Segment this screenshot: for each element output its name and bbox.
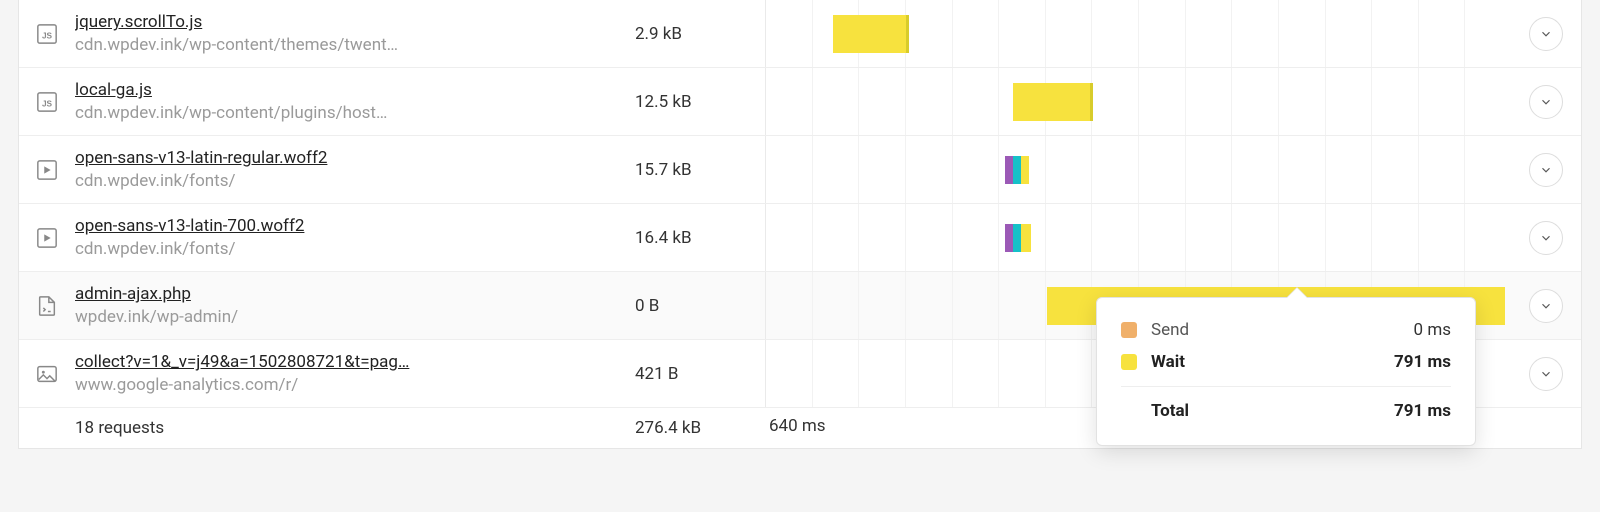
- request-size: 12.5 kB: [635, 92, 765, 112]
- expand-button[interactable]: [1529, 289, 1563, 323]
- request-size: 0 B: [635, 296, 765, 316]
- request-name[interactable]: admin-ajax.php: [75, 283, 625, 305]
- expand-button[interactable]: [1529, 17, 1563, 51]
- color-swatch: [1121, 322, 1137, 338]
- request-size: 15.7 kB: [635, 160, 765, 180]
- request-name[interactable]: open-sans-v13-latin-700.woff2: [75, 215, 625, 237]
- chevron-down-icon: [1539, 367, 1553, 381]
- request-size: 421 B: [635, 364, 765, 384]
- request-name[interactable]: open-sans-v13-latin-regular.woff2: [75, 147, 625, 169]
- request-row[interactable]: JS local-ga.jscdn.wpdev.ink/wp-content/pl…: [19, 68, 1581, 136]
- js-icon: JS: [19, 91, 75, 113]
- tooltip-row: Wait791 ms: [1121, 346, 1451, 378]
- request-size: 16.4 kB: [635, 228, 765, 248]
- request-path: cdn.wpdev.ink/wp-content/themes/twent…: [75, 34, 625, 56]
- expand-button[interactable]: [1529, 85, 1563, 119]
- tooltip-value: 791 ms: [1394, 352, 1451, 372]
- img-icon: [19, 363, 75, 385]
- request-path: cdn.wpdev.ink/wp-content/plugins/host…: [75, 102, 625, 124]
- font-icon: [19, 159, 75, 181]
- tooltip-label: Send: [1151, 320, 1414, 340]
- color-swatch: [1121, 354, 1137, 370]
- request-name[interactable]: jquery.scrollTo.js: [75, 11, 625, 33]
- timing-tooltip: Send0 msWait791 ms Total 791 ms: [1096, 297, 1476, 446]
- tooltip-label: Wait: [1151, 352, 1394, 372]
- total-requests: 18 requests: [75, 418, 635, 438]
- svg-text:JS: JS: [42, 31, 53, 40]
- tooltip-total-value: 791 ms: [1394, 401, 1451, 421]
- chevron-down-icon: [1539, 299, 1553, 313]
- tooltip-row: Send0 ms: [1121, 314, 1451, 346]
- network-waterfall-panel: JSjquery.scrollTo.jscdn.wpdev.ink/wp-con…: [18, 0, 1582, 449]
- request-name[interactable]: collect?v=1&_v=j49&a=1502808721&t=pag…: [75, 351, 625, 373]
- expand-button[interactable]: [1529, 153, 1563, 187]
- request-size: 2.9 kB: [635, 24, 765, 44]
- tooltip-value: 0 ms: [1414, 320, 1451, 340]
- waterfall-cell: [765, 0, 1511, 67]
- timing-bar[interactable]: [1013, 156, 1021, 184]
- request-row[interactable]: open-sans-v13-latin-700.woff2cdn.wpdev.i…: [19, 204, 1581, 272]
- timing-bar[interactable]: [833, 15, 909, 53]
- timing-bar[interactable]: [1005, 224, 1013, 252]
- waterfall-cell: [765, 136, 1511, 203]
- waterfall-cell: [765, 204, 1511, 271]
- timing-bar[interactable]: [1005, 156, 1013, 184]
- request-row[interactable]: JS jquery.scrollTo.jscdn.wpdev.ink/wp-con…: [19, 0, 1581, 68]
- timing-bar[interactable]: [1021, 224, 1031, 252]
- request-name[interactable]: local-ga.js: [75, 79, 625, 101]
- js-icon: JS: [19, 23, 75, 45]
- chevron-down-icon: [1539, 163, 1553, 177]
- php-icon: [19, 295, 75, 317]
- font-icon: [19, 227, 75, 249]
- chevron-down-icon: [1539, 95, 1553, 109]
- request-row[interactable]: open-sans-v13-latin-regular.woff2cdn.wpd…: [19, 136, 1581, 204]
- request-path: cdn.wpdev.ink/fonts/: [75, 238, 625, 260]
- timing-bar[interactable]: [1013, 224, 1021, 252]
- svg-text:JS: JS: [42, 99, 53, 108]
- total-size: 276.4 kB: [635, 418, 765, 438]
- expand-button[interactable]: [1529, 221, 1563, 255]
- timing-bar[interactable]: [1013, 83, 1093, 121]
- tooltip-total-label: Total: [1151, 401, 1394, 421]
- request-path: www.google-analytics.com/r/: [75, 374, 625, 396]
- chevron-down-icon: [1539, 27, 1553, 41]
- waterfall-cell: [765, 68, 1511, 135]
- time-marker: 640 ms: [769, 416, 826, 436]
- chevron-down-icon: [1539, 231, 1553, 245]
- request-path: wpdev.ink/wp-admin/: [75, 306, 625, 328]
- timing-bar[interactable]: [1021, 156, 1029, 184]
- expand-button[interactable]: [1529, 357, 1563, 391]
- request-path: cdn.wpdev.ink/fonts/: [75, 170, 625, 192]
